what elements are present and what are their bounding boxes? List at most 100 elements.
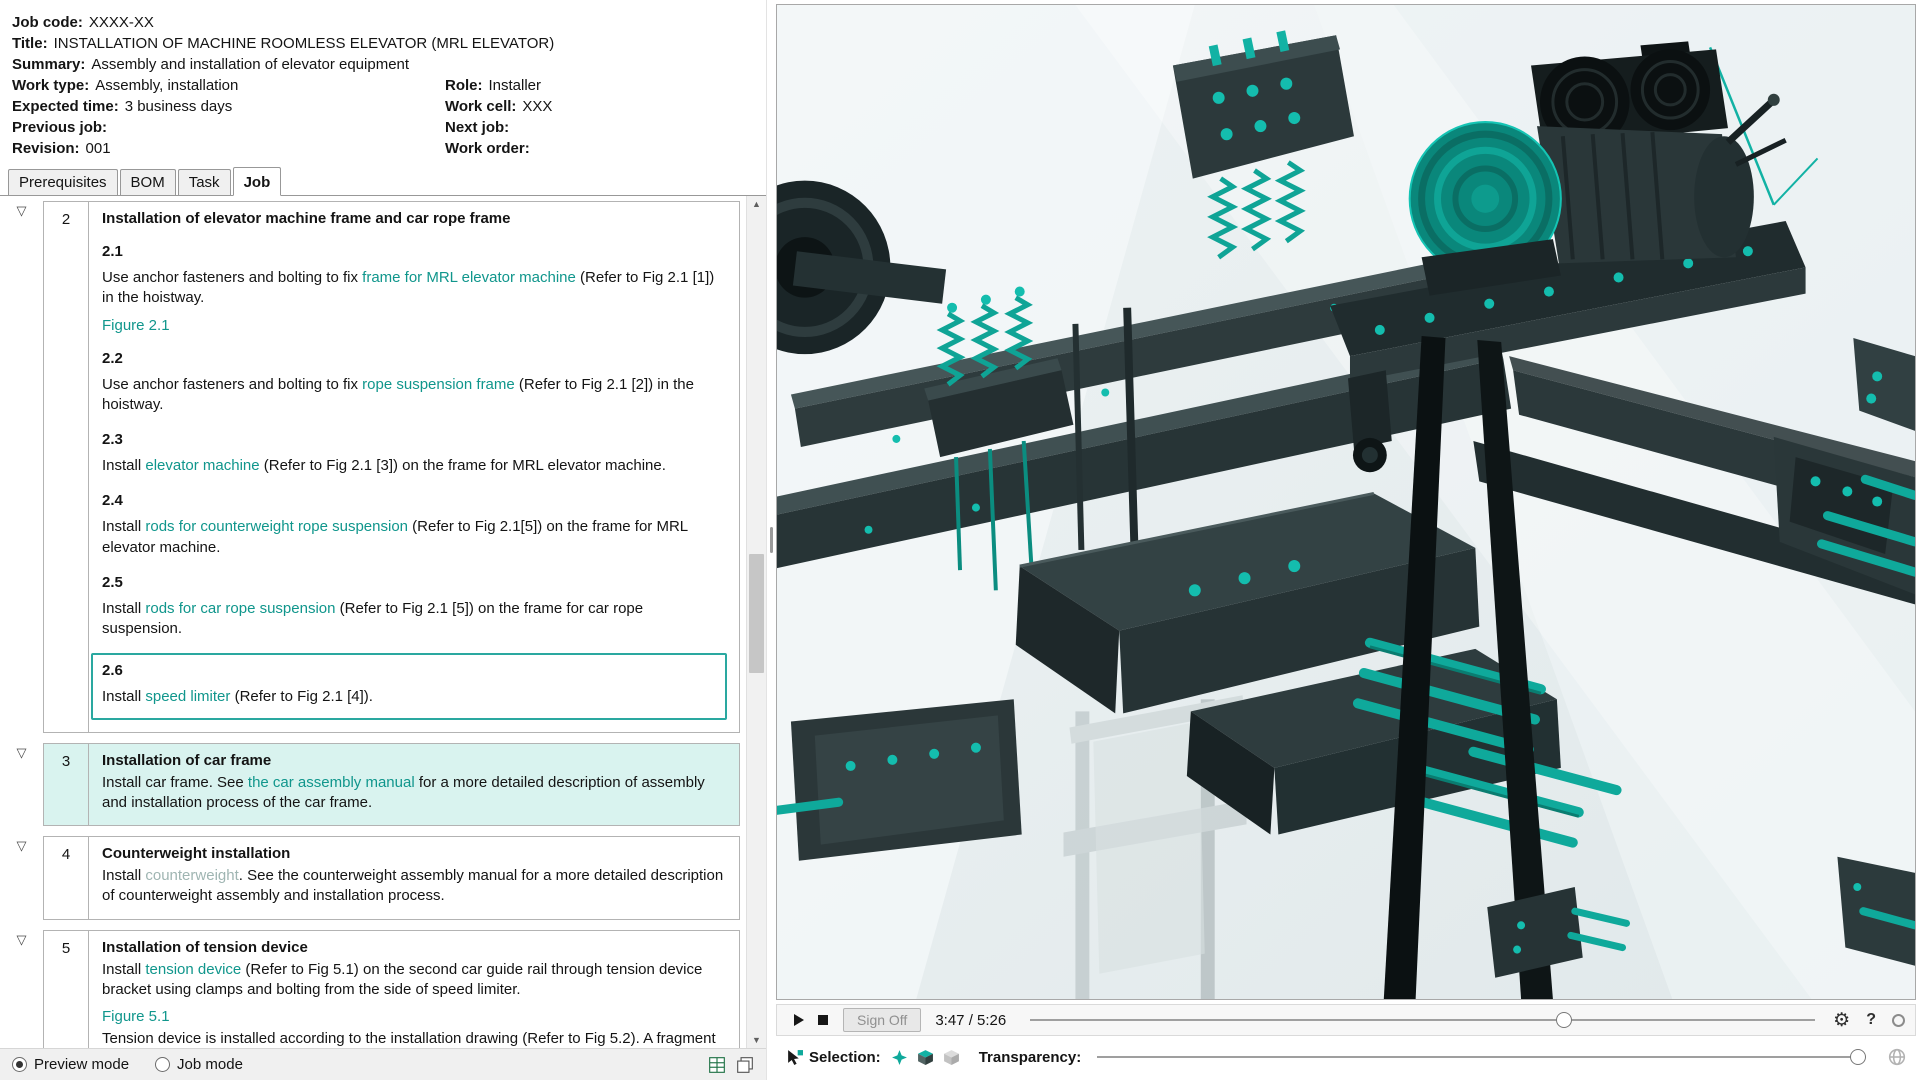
job-mode-radio[interactable]: Job mode [155,1056,243,1073]
select-solid-icon[interactable] [917,1049,934,1066]
job-mode-label: Job mode [177,1056,243,1073]
scroll-down-icon[interactable]: ▼ [747,1032,766,1048]
scrollbar-thumb[interactable] [749,553,764,674]
part-link[interactable]: speed limiter [145,688,230,705]
tab-task[interactable]: Task [177,169,231,195]
substep-number: 2.6 [102,662,123,680]
part-link[interactable]: frame for MRL elevator machine [362,269,576,286]
part-link[interactable]: tension device [145,961,241,978]
app-window: Job code: XXXX-XX Title: INSTALLATION OF M… [0,0,1920,1080]
text-run: Install [102,688,146,706]
viewport-3d[interactable] [776,4,1916,1000]
globe-icon[interactable] [1888,1048,1906,1066]
step-paragraph: Tension device is installed according to… [102,1029,725,1048]
preview-mode-radio[interactable]: Preview mode [12,1056,129,1073]
text-run: Install [102,457,146,474]
selection-label: Selection: [809,1048,881,1066]
excel-export-icon[interactable] [708,1056,726,1074]
transparency-thumb[interactable] [1850,1049,1867,1065]
field-label: Role: [445,77,483,94]
step-box[interactable]: 3 Installation of car frame Install car fr… [43,742,740,826]
pick-selection-icon[interactable] [891,1049,908,1066]
field-label: Revision: [12,140,80,157]
substep-number: 2.3 [102,431,123,448]
field-value: Assembly and installation of elevator eq… [91,56,410,73]
selection-bar: Selection: Transparency: [776,1040,1916,1074]
job-panel: Job code: XXXX-XX Title: INSTALLATION OF M… [0,0,766,1080]
splitter-grip-icon [770,527,773,553]
field-label: Work cell: [445,98,517,115]
step-row: ▽ 2 Installation of elevator machine frame… [0,201,742,733]
settings-gear-icon[interactable]: ⚙ [1833,1011,1850,1030]
substep[interactable]: 2.3 Install elevator machine (Refer to Fi… [102,431,725,476]
substep[interactable]: 2.5 Install rods for car rope suspension … [102,574,725,640]
playback-time: 3:47 / 5:26 [935,1011,1007,1029]
float-window-icon[interactable] [736,1056,754,1074]
transparency-label: Transparency: [978,1048,1082,1066]
collapse-triangle-icon[interactable]: ▽ [17,932,27,947]
step-number: 3 [44,743,89,825]
substep[interactable]: 2.1 Use anchor fasteners and bolting to f… [102,243,725,334]
mode-bar: Preview mode Job mode [0,1048,766,1080]
viewer-panel: Sign Off 3:47 / 5:26 ⚙ ? Selection: Tran… [776,0,1920,1080]
field-value: 001 [85,140,111,157]
field-value: INSTALLATION OF MACHINE ROOMLESS ELEVATO… [53,35,555,52]
seek-track[interactable] [1030,1019,1816,1021]
radio-dot-icon [155,1057,171,1072]
step-paragraph: Install counterweight. See the counterwe… [102,866,725,907]
step-box[interactable]: 5 Installation of tension device Install t… [43,929,740,1048]
radio-dot-icon [12,1057,27,1072]
collapse-triangle-icon[interactable]: ▽ [17,838,27,853]
vertical-scrollbar[interactable]: ▲ ▼ [746,196,766,1048]
step-box[interactable]: 4 Counterweight installation Install count… [43,836,740,920]
text-run: Tension device is installed according to… [102,1030,716,1047]
step-paragraph: Install rods for car rope suspension (Re… [102,599,725,640]
stop-button[interactable] [811,1008,835,1032]
tab-job[interactable]: Job [232,167,282,196]
substep-number: 2.4 [102,492,123,510]
text-run: (Refer to Fig 2.1 [3]) on the frame for … [259,457,666,474]
transparency-track[interactable] [1097,1056,1866,1058]
step-title: Installation of elevator machine frame a… [102,210,511,227]
text-run: (Refer to Fig 2.1 [4]). [230,688,373,706]
step-row: ▽ 4 Counterweight installation Install coun… [0,836,742,920]
substep-number: 2.5 [102,573,123,591]
step-row: ▽ 3 Installation of car frame Install car f… [0,742,742,826]
text-run: Install [102,518,146,536]
step-paragraph: Install tension device (Refer to Fig 5.1… [102,960,725,1001]
record-icon[interactable] [1892,1013,1905,1027]
tab-bom[interactable]: BOM [119,169,176,195]
help-icon[interactable]: ? [1866,1011,1876,1029]
field-value: Assembly, installation [95,77,239,94]
transparency-slider[interactable] [1097,1047,1867,1067]
field-label: Work type: [12,77,90,94]
figure-link[interactable]: Figure 2.1 [102,317,170,334]
part-link-muted[interactable]: counterweight [145,867,238,884]
sign-off-button[interactable]: Sign Off [843,1008,922,1032]
play-button[interactable] [787,1008,811,1032]
playback-bar: Sign Off 3:47 / 5:26 ⚙ ? [776,1004,1916,1036]
field-label: Summary: [12,56,86,73]
substep[interactable]: 2.2 Use anchor fasteners and bolting to f… [102,350,725,416]
collapse-triangle-icon[interactable]: ▽ [17,745,27,760]
select-body-icon[interactable] [943,1049,960,1066]
seek-slider[interactable] [1030,1010,1816,1030]
part-link[interactable]: rods for counterweight rope suspension [145,518,408,535]
part-link[interactable]: elevator machine [145,457,259,474]
step-title: Installation of car frame [102,751,272,769]
text-run: Install [102,599,146,617]
tab-prerequisites[interactable]: Prerequisites [8,169,118,195]
substep[interactable]: 2.4 Install rods for counterweight rope s… [102,492,725,558]
part-link[interactable]: rods for car rope suspension [145,600,335,617]
seek-thumb[interactable] [1555,1012,1572,1028]
part-link[interactable]: rope suspension frame [362,376,515,393]
scroll-up-icon[interactable]: ▲ [747,196,766,212]
figure-link[interactable]: Figure 5.1 [102,1008,170,1025]
step-list: ▽ 2 Installation of elevator machine frame… [0,196,746,1048]
collapse-triangle-icon[interactable]: ▽ [17,203,27,218]
step-box[interactable]: 2 Installation of elevator machine frame … [43,201,740,733]
substep[interactable]: 2.6 Install speed limiter (Refer to Fig 2… [91,653,727,720]
part-link[interactable]: the car assembly manual [248,774,415,791]
panel-splitter[interactable] [766,0,776,1080]
step-number: 2 [44,202,89,732]
